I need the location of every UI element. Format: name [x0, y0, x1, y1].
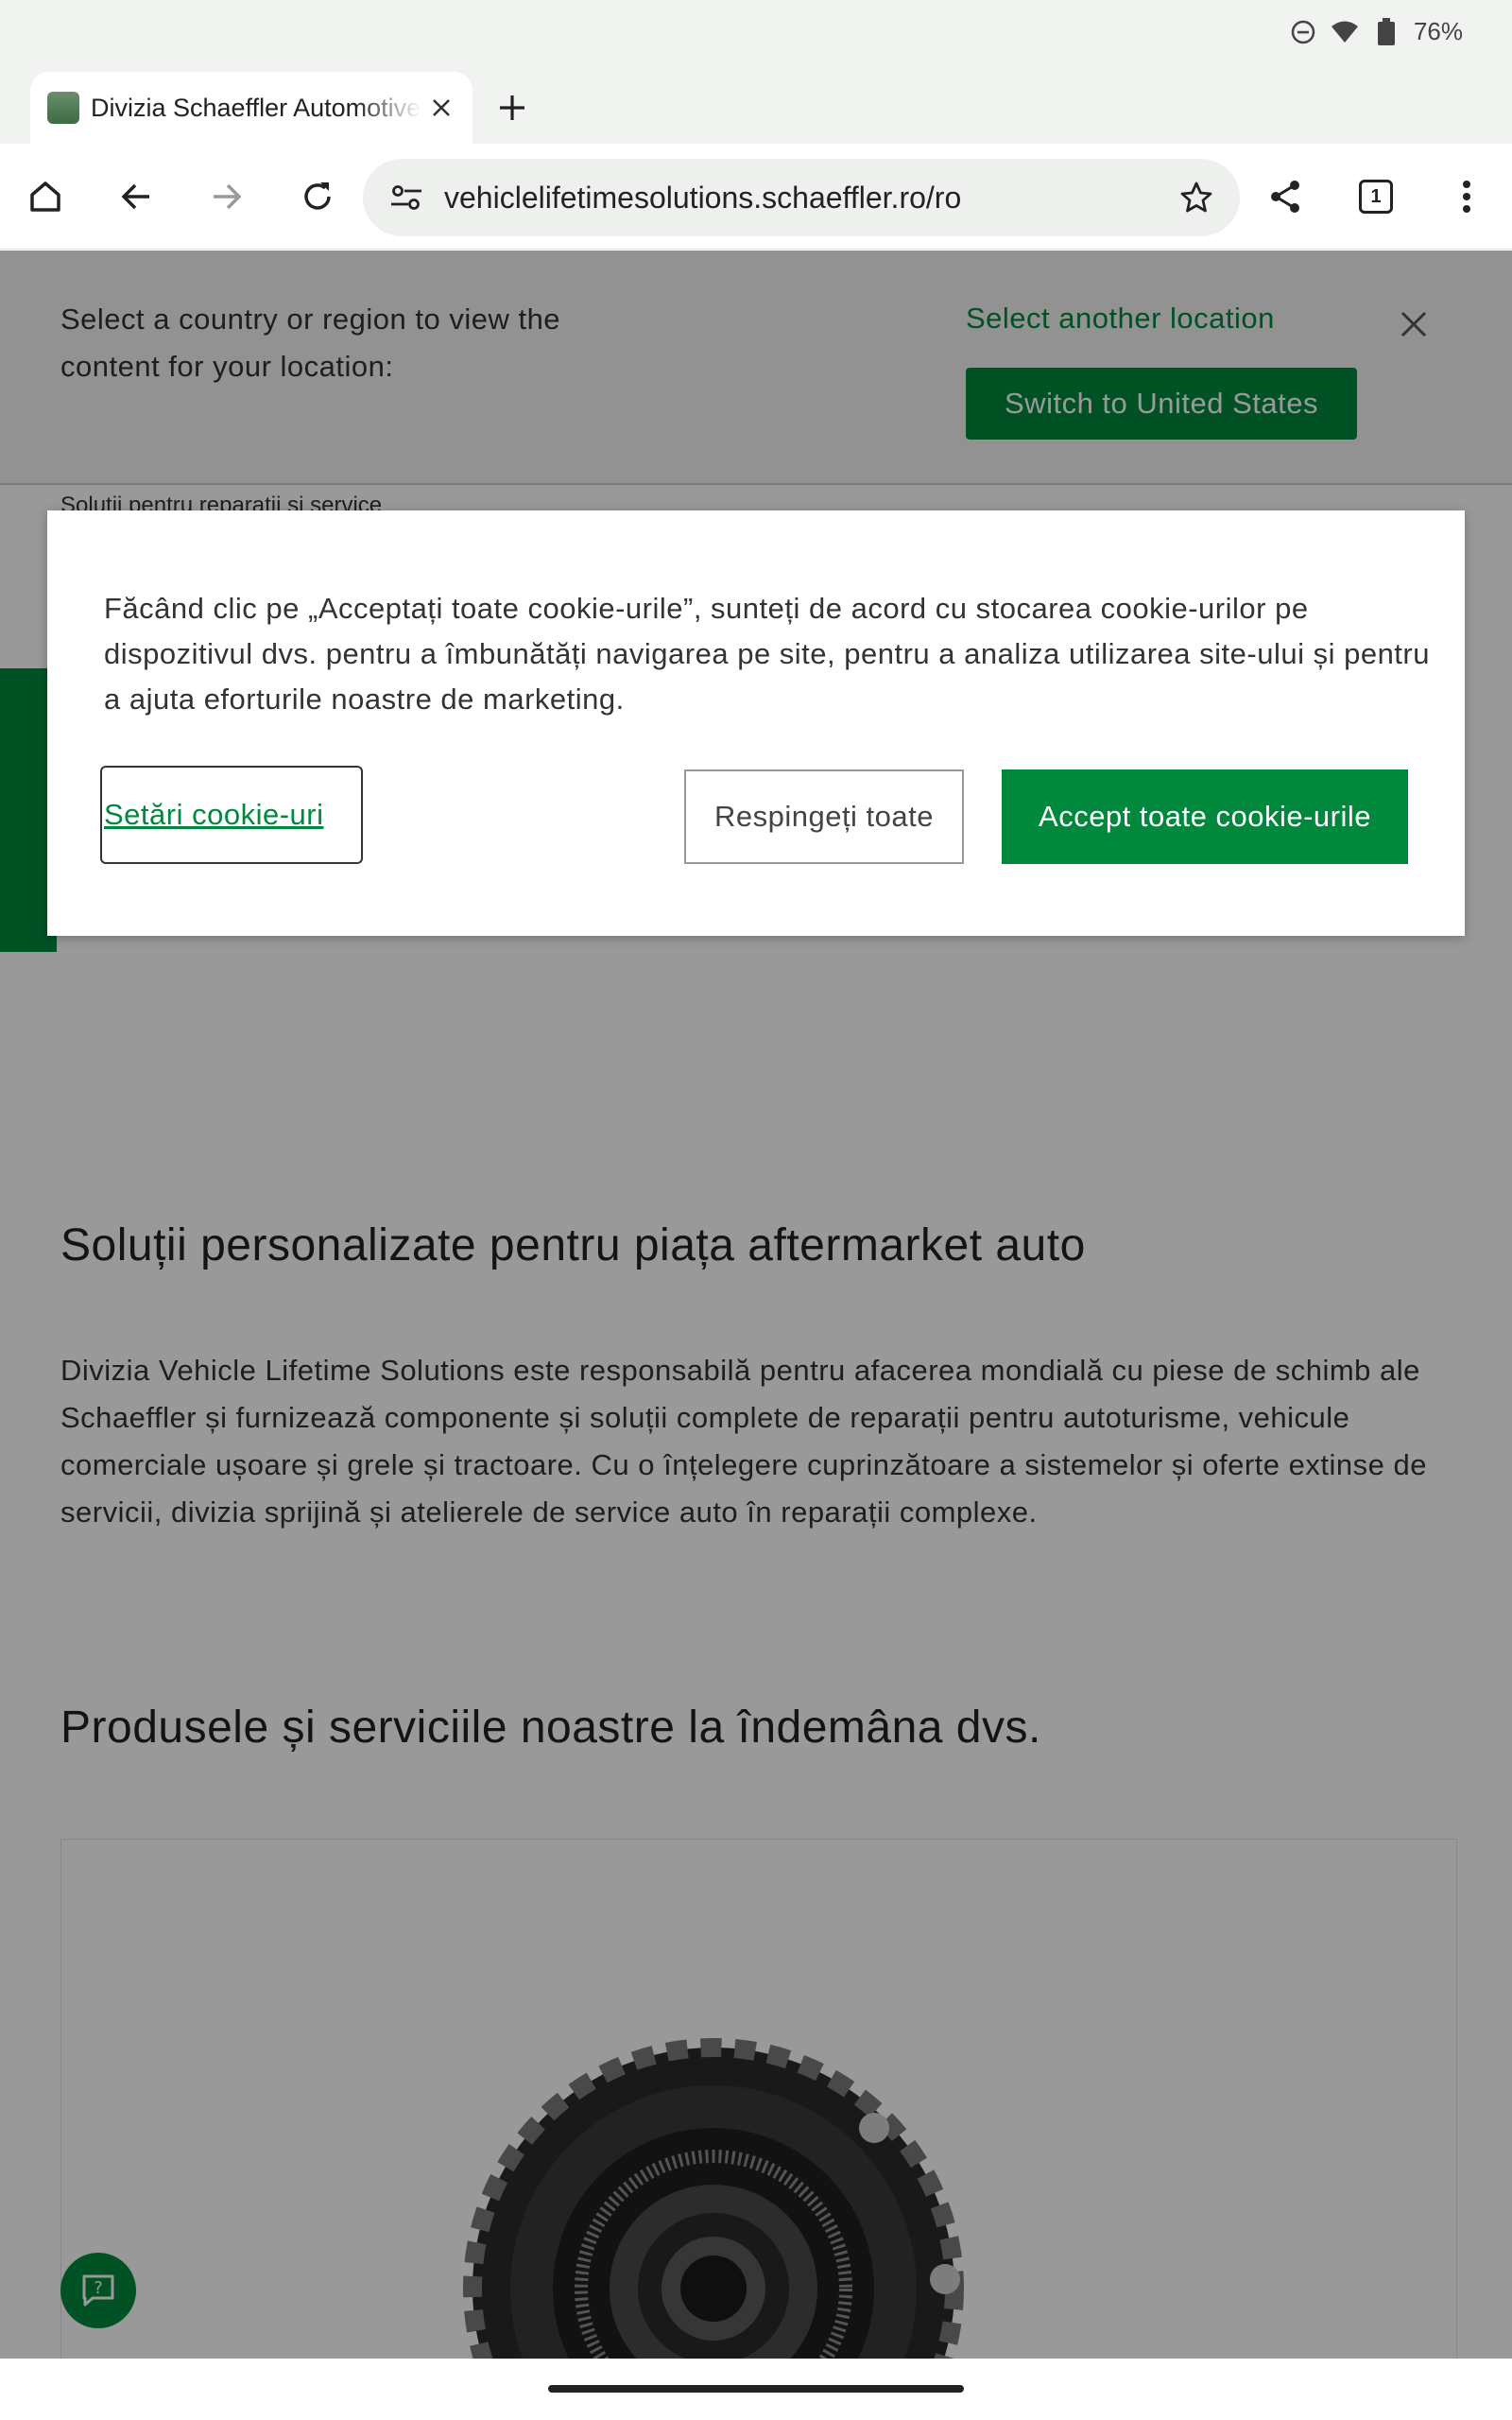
- cookie-consent-text: Făcând clic pe „Acceptați toate cookie-u…: [104, 592, 1430, 716]
- close-icon[interactable]: [427, 94, 455, 122]
- reload-icon[interactable]: [291, 170, 344, 223]
- system-nav-bar: [0, 2359, 1512, 2420]
- cookie-settings-button[interactable]: Setări cookie-uri: [100, 766, 363, 864]
- browser-tab[interactable]: Divizia Schaeffler Automotive: [30, 72, 472, 144]
- back-icon[interactable]: [110, 170, 163, 223]
- gesture-handle[interactable]: [548, 2385, 964, 2393]
- address-bar[interactable]: vehiclelifetimesolutions.schaeffler.ro/r…: [363, 159, 1240, 236]
- share-icon[interactable]: [1259, 170, 1312, 223]
- status-bar: 76%: [0, 0, 1512, 68]
- browser-toolbar: vehiclelifetimesolutions.schaeffler.ro/r…: [0, 144, 1512, 250]
- dnd-icon: [1289, 18, 1317, 46]
- new-tab-icon[interactable]: [491, 87, 533, 129]
- tab-count: 1: [1359, 180, 1393, 214]
- home-icon[interactable]: [19, 170, 72, 223]
- accept-all-button[interactable]: Accept toate cookie-urile: [1002, 769, 1408, 864]
- battery-icon: [1372, 17, 1400, 46]
- site-settings-icon[interactable]: [386, 177, 427, 218]
- forward-icon[interactable]: [200, 170, 253, 223]
- wifi-icon: [1331, 18, 1359, 46]
- battery-level: 76%: [1413, 17, 1463, 45]
- tab-switcher-icon[interactable]: 1: [1349, 170, 1402, 223]
- cookie-consent-dialog: Făcând clic pe „Acceptați toate cookie-u…: [47, 510, 1465, 936]
- url-text[interactable]: vehiclelifetimesolutions.schaeffler.ro/r…: [444, 181, 961, 216]
- more-menu-icon[interactable]: [1440, 170, 1493, 223]
- status-icons: 76%: [1289, 17, 1463, 46]
- reject-all-button[interactable]: Respingeți toate: [684, 769, 964, 864]
- tab-title: Divizia Schaeffler Automotive: [91, 93, 421, 122]
- site-favicon: [47, 92, 79, 124]
- bookmark-star-icon[interactable]: [1176, 177, 1217, 218]
- tab-strip: Divizia Schaeffler Automotive: [0, 68, 1512, 144]
